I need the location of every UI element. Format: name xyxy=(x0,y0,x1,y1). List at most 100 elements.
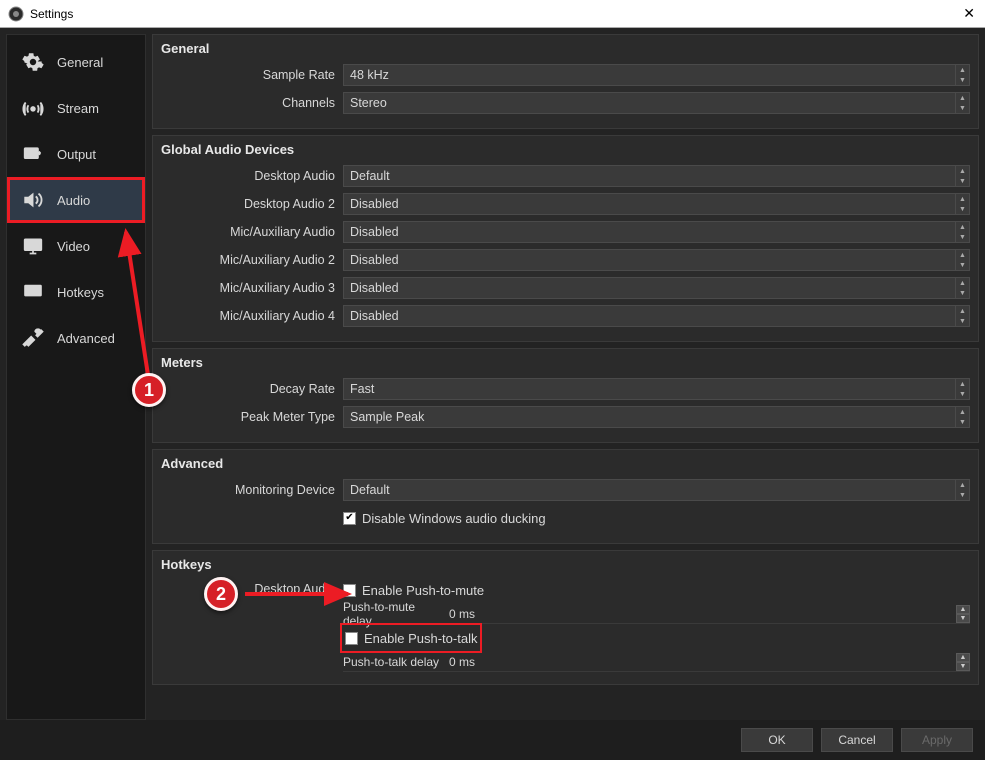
combo-global-device[interactable]: Disabled xyxy=(343,249,956,271)
spin-global-device[interactable]: ▲▼ xyxy=(956,221,970,243)
checkbox-push-to-mute[interactable] xyxy=(343,584,356,597)
cancel-button[interactable]: Cancel xyxy=(821,728,893,752)
combo-global-device[interactable]: Disabled xyxy=(343,277,956,299)
label-global-device: Desktop Audio xyxy=(161,169,343,183)
row-push-to-mute: Enable Push-to-mute xyxy=(343,578,970,602)
group-title: General xyxy=(161,41,970,56)
label-push-to-talk-delay: Push-to-talk delay xyxy=(343,655,443,669)
obs-logo-icon xyxy=(8,6,24,22)
row-decay-rate: Decay Rate Fast ▲▼ xyxy=(161,376,970,402)
label-decay-rate: Decay Rate xyxy=(161,382,343,396)
spin-push-to-talk-delay[interactable]: ▲▼ xyxy=(956,653,970,671)
broadcast-icon xyxy=(19,97,47,119)
sidebar-item-output[interactable]: Output xyxy=(7,131,145,177)
combo-channels[interactable]: Stereo xyxy=(343,92,956,114)
output-icon xyxy=(19,143,47,165)
spin-monitor-device[interactable]: ▲▼ xyxy=(956,479,970,501)
spin-decay-rate[interactable]: ▲▼ xyxy=(956,378,970,400)
row-push-to-talk: Enable Push-to-talk xyxy=(343,626,479,650)
window-title: Settings xyxy=(30,7,73,21)
label-push-to-mute-delay: Push-to-mute delay xyxy=(343,600,443,628)
value-push-to-mute-delay[interactable]: 0 ms xyxy=(443,607,956,621)
spin-push-to-mute-delay[interactable]: ▲▼ xyxy=(956,605,970,623)
sidebar-item-audio[interactable]: Audio xyxy=(7,177,145,223)
monitor-icon xyxy=(19,235,47,257)
spin-peak-meter[interactable]: ▲▼ xyxy=(956,406,970,428)
combo-sample-rate[interactable]: 48 kHz xyxy=(343,64,956,86)
spin-global-device[interactable]: ▲▼ xyxy=(956,277,970,299)
sidebar-item-stream[interactable]: Stream xyxy=(7,85,145,131)
tools-icon xyxy=(19,327,47,349)
combo-decay-rate[interactable]: Fast xyxy=(343,378,956,400)
row-global-device: Mic/Auxiliary Audio 3Disabled▲▼ xyxy=(161,275,970,301)
close-icon[interactable]: ✕ xyxy=(963,5,975,22)
content-pane: General Sample Rate 48 kHz ▲▼ Channels S… xyxy=(152,34,979,720)
group-title: Meters xyxy=(161,355,970,370)
footer: OK Cancel Apply xyxy=(0,720,985,760)
annotation-badge-2: 2 xyxy=(204,577,238,611)
row-global-device: Mic/Auxiliary Audio 4Disabled▲▼ xyxy=(161,303,970,329)
combo-monitor-device[interactable]: Default xyxy=(343,479,956,501)
group-title: Hotkeys xyxy=(161,557,970,572)
row-global-device: Mic/Auxiliary Audio 2Disabled▲▼ xyxy=(161,247,970,273)
sidebar-item-video[interactable]: Video xyxy=(7,223,145,269)
row-peak-meter: Peak Meter Type Sample Peak ▲▼ xyxy=(161,404,970,430)
combo-peak-meter[interactable]: Sample Peak xyxy=(343,406,956,428)
label-channels: Channels xyxy=(161,96,343,110)
row-global-device: Mic/Auxiliary AudioDisabled▲▼ xyxy=(161,219,970,245)
label-global-device: Desktop Audio 2 xyxy=(161,197,343,211)
ok-button[interactable]: OK xyxy=(741,728,813,752)
combo-global-device[interactable]: Disabled xyxy=(343,221,956,243)
label-global-device: Mic/Auxiliary Audio 4 xyxy=(161,309,343,323)
checkbox-ducking[interactable] xyxy=(343,512,356,525)
spin-global-device[interactable]: ▲▼ xyxy=(956,305,970,327)
sidebar-item-label: Audio xyxy=(57,193,90,208)
group-hotkeys: Hotkeys Desktop Audio Enable Push-to-mut… xyxy=(152,550,979,685)
sidebar-item-label: Output xyxy=(57,147,96,162)
label-push-to-mute: Enable Push-to-mute xyxy=(362,583,484,598)
row-hotkeys-desktop-audio: Desktop Audio Enable Push-to-mute Push-t… xyxy=(161,578,970,672)
annotation-badge-1: 1 xyxy=(132,373,166,407)
label-global-device: Mic/Auxiliary Audio 3 xyxy=(161,281,343,295)
sidebar-item-hotkeys[interactable]: Hotkeys xyxy=(7,269,145,315)
sidebar-item-general[interactable]: General xyxy=(7,39,145,85)
group-global-audio-devices: Global Audio Devices Desktop AudioDefaul… xyxy=(152,135,979,342)
row-monitor-device: Monitoring Device Default ▲▼ xyxy=(161,477,970,503)
sidebar-item-label: Video xyxy=(57,239,90,254)
apply-button[interactable]: Apply xyxy=(901,728,973,752)
row-channels: Channels Stereo ▲▼ xyxy=(161,90,970,116)
row-push-to-mute-delay: Push-to-mute delay 0 ms ▲▼ xyxy=(343,604,970,624)
value-push-to-talk-delay[interactable]: 0 ms xyxy=(443,655,956,669)
label-peak-meter: Peak Meter Type xyxy=(161,410,343,424)
label-global-device: Mic/Auxiliary Audio 2 xyxy=(161,253,343,267)
spin-channels[interactable]: ▲▼ xyxy=(956,92,970,114)
sidebar: General Stream Output Audio xyxy=(6,34,146,720)
label-push-to-talk: Enable Push-to-talk xyxy=(364,631,477,646)
group-meters: Meters Decay Rate Fast ▲▼ Peak Meter Typ… xyxy=(152,348,979,443)
group-title: Global Audio Devices xyxy=(161,142,970,157)
checkbox-push-to-talk[interactable] xyxy=(345,632,358,645)
row-sample-rate: Sample Rate 48 kHz ▲▼ xyxy=(161,62,970,88)
spin-global-device[interactable]: ▲▼ xyxy=(956,249,970,271)
group-general: General Sample Rate 48 kHz ▲▼ Channels S… xyxy=(152,34,979,129)
row-ducking: Disable Windows audio ducking xyxy=(161,505,970,531)
row-push-to-talk-delay: Push-to-talk delay 0 ms ▲▼ xyxy=(343,652,970,672)
group-title: Advanced xyxy=(161,456,970,471)
sidebar-item-label: Stream xyxy=(57,101,99,116)
sidebar-item-advanced[interactable]: Advanced xyxy=(7,315,145,361)
gear-icon xyxy=(19,51,47,73)
combo-global-device[interactable]: Disabled xyxy=(343,305,956,327)
combo-global-device[interactable]: Default xyxy=(343,165,956,187)
spin-global-device[interactable]: ▲▼ xyxy=(956,193,970,215)
combo-global-device[interactable]: Disabled xyxy=(343,193,956,215)
sidebar-item-label: General xyxy=(57,55,103,70)
spin-sample-rate[interactable]: ▲▼ xyxy=(956,64,970,86)
group-advanced: Advanced Monitoring Device Default ▲▼ Di… xyxy=(152,449,979,544)
sidebar-item-label: Hotkeys xyxy=(57,285,104,300)
label-monitor-device: Monitoring Device xyxy=(161,483,343,497)
row-global-device: Desktop Audio 2Disabled▲▼ xyxy=(161,191,970,217)
label-sample-rate: Sample Rate xyxy=(161,68,343,82)
sidebar-item-label: Advanced xyxy=(57,331,115,346)
label-ducking: Disable Windows audio ducking xyxy=(362,511,546,526)
spin-global-device[interactable]: ▲▼ xyxy=(956,165,970,187)
